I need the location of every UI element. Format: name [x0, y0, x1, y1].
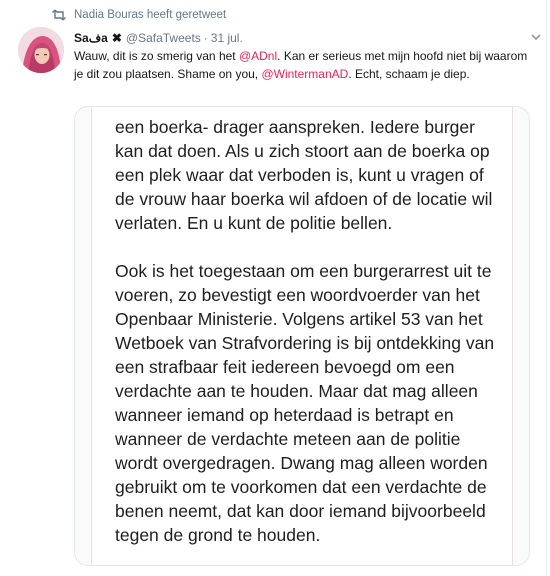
retweet-context: Nadia Bouras heeft geretweet: [52, 6, 226, 24]
media-image[interactable]: een boerka- drager aanspreken. Iedere bu…: [74, 106, 530, 566]
timeline-border: [546, 0, 547, 576]
tweet-timestamp[interactable]: 31 jul.: [211, 31, 243, 45]
retweet-icon: [52, 9, 66, 21]
article-paragraph: Ook is het toegestaan om een burgerarres…: [115, 261, 495, 545]
mention-link[interactable]: @WintermanAD: [261, 67, 348, 81]
separator-dot: ·: [203, 31, 208, 45]
chevron-down-icon[interactable]: [530, 32, 542, 42]
retweeted-by-label[interactable]: Nadia Bouras heeft geretweet: [74, 9, 226, 21]
handle[interactable]: @SafaTweets: [126, 31, 201, 45]
avatar[interactable]: [18, 27, 64, 73]
article-screenshot: een boerka- drager aanspreken. Iedere bu…: [91, 107, 513, 565]
tweet-text: Wauw, dit is zo smerig van het @ADnl. Ka…: [74, 49, 528, 81]
article-paragraph: een boerka- drager aanspreken. Iedere bu…: [115, 117, 493, 233]
article-text: een boerka- drager aanspreken. Iedere bu…: [115, 115, 507, 547]
display-name[interactable]: Saفa: [74, 31, 108, 45]
tweet-header: Saفa ✖ @SafaTweets · 31 jul.: [74, 30, 243, 46]
mention-link[interactable]: @ADnl: [239, 49, 277, 63]
profile-emoji: ✖: [111, 31, 122, 45]
